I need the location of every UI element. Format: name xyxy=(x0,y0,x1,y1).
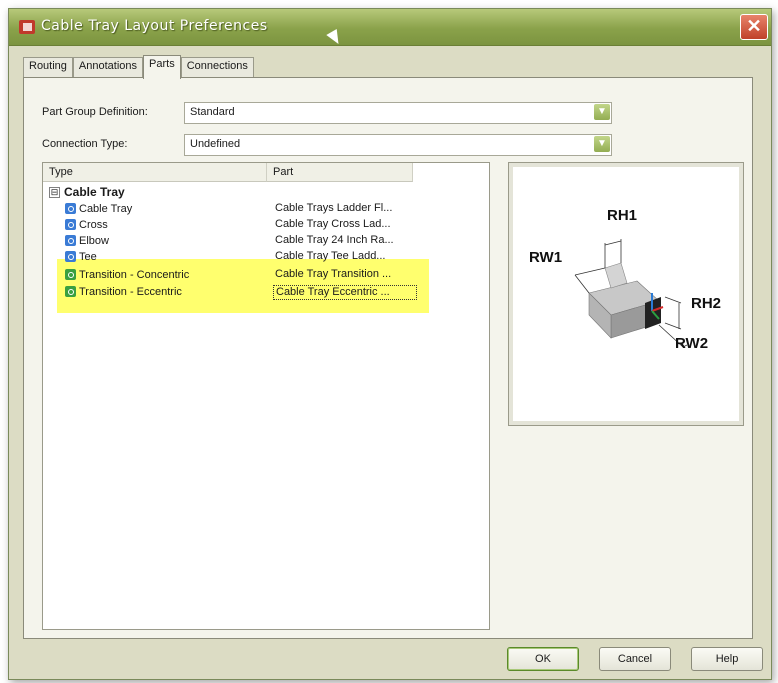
group-cable-tray[interactable]: ⊟ Cable Tray xyxy=(49,185,125,199)
app-icon xyxy=(19,20,35,34)
parts-list[interactable]: Type Part ⊟ Cable Tray Cable Tray Cable T… xyxy=(42,162,490,630)
type-cell: Elbow xyxy=(65,235,109,247)
type-cell: Transition - Concentric xyxy=(65,269,189,281)
type-label: Transition - Eccentric xyxy=(79,286,182,298)
list-item[interactable]: Cross Cable Tray Cross Lad... xyxy=(43,218,489,233)
rw1-label: RW1 xyxy=(529,249,563,266)
chevron-down-icon[interactable]: ▼ xyxy=(594,104,610,120)
part-cell[interactable]: Cable Tray Transition ... xyxy=(273,268,415,281)
list-item[interactable]: Cable Tray Cable Trays Ladder Fl... xyxy=(43,202,489,217)
part-cell-selected[interactable]: Cable Tray Eccentric ... xyxy=(273,285,417,300)
part-icon xyxy=(65,286,76,297)
connection-type-select[interactable]: Undefined ▼ xyxy=(184,134,612,156)
parts-panel: Part Group Definition: Standard ▼ Connec… xyxy=(23,77,753,639)
part-icon xyxy=(65,203,76,214)
part-icon xyxy=(65,235,76,246)
type-label: Transition - Concentric xyxy=(79,269,190,281)
ok-button[interactable]: OK xyxy=(507,647,579,671)
type-cell: Tee xyxy=(65,251,97,263)
part-group-select[interactable]: Standard ▼ xyxy=(184,102,612,124)
connection-type-label: Connection Type: xyxy=(42,138,128,150)
part-preview: RH1 RW1 RH2 RW2 xyxy=(508,162,744,426)
type-label: Elbow xyxy=(79,235,109,247)
rh2-label: RH2 xyxy=(691,295,722,312)
list-item[interactable]: Transition - Concentric Cable Tray Trans… xyxy=(43,268,489,283)
title-bar[interactable]: Cable Tray Layout Preferences ✕ xyxy=(9,9,771,48)
part-group-label: Part Group Definition: xyxy=(42,106,148,118)
tab-connections[interactable]: Connections xyxy=(180,57,254,78)
tab-routing[interactable]: Routing xyxy=(23,57,73,78)
part-icon xyxy=(65,251,76,262)
window-title: Cable Tray Layout Preferences xyxy=(41,18,268,34)
transition-diagram xyxy=(574,239,688,348)
rh1-label: RH1 xyxy=(607,207,638,224)
close-button[interactable]: ✕ xyxy=(740,14,768,40)
connection-type-value: Undefined xyxy=(190,138,241,150)
group-label: Cable Tray xyxy=(64,185,125,199)
type-label: Cable Tray xyxy=(79,203,133,215)
part-cell[interactable]: Cable Trays Ladder Fl... xyxy=(273,202,415,215)
help-button[interactable]: Help xyxy=(691,647,763,671)
part-cell[interactable]: Cable Tray Tee Ladd... xyxy=(273,250,415,263)
type-cell: Transition - Eccentric xyxy=(65,286,182,298)
list-item[interactable]: Elbow Cable Tray 24 Inch Ra... xyxy=(43,234,489,249)
part-cell[interactable]: Cable Tray Cross Lad... xyxy=(273,218,415,231)
tab-strip: Routing Annotations Parts Connections xyxy=(23,55,254,79)
list-item[interactable]: Tee Cable Tray Tee Ladd... xyxy=(43,250,489,265)
tab-parts[interactable]: Parts xyxy=(143,55,181,79)
list-item[interactable]: Transition - Eccentric Cable Tray Eccent… xyxy=(43,285,489,300)
dialog-window: Cable Tray Layout Preferences ✕ Routing … xyxy=(8,8,772,680)
column-header-type[interactable]: Type xyxy=(43,163,267,182)
type-cell: Cable Tray xyxy=(65,203,132,215)
column-header-part[interactable]: Part xyxy=(267,163,413,182)
type-cell: Cross xyxy=(65,219,108,231)
type-label: Tee xyxy=(79,251,97,263)
part-cell[interactable]: Cable Tray 24 Inch Ra... xyxy=(273,234,415,247)
chevron-down-icon[interactable]: ▼ xyxy=(594,136,610,152)
type-label: Cross xyxy=(79,219,108,231)
cancel-button[interactable]: Cancel xyxy=(599,647,671,671)
collapse-icon[interactable]: ⊟ xyxy=(49,187,60,198)
part-icon xyxy=(65,269,76,280)
rw2-label: RW2 xyxy=(675,335,709,352)
part-group-value: Standard xyxy=(190,106,235,118)
tab-annotations[interactable]: Annotations xyxy=(72,57,144,78)
mouse-cursor-icon xyxy=(326,28,344,48)
part-icon xyxy=(65,219,76,230)
